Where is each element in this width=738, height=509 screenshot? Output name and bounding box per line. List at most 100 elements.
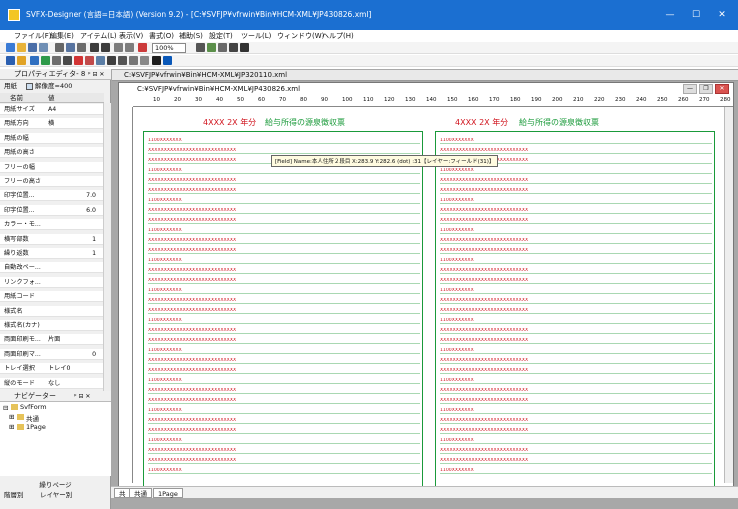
pointer-icon[interactable] bbox=[6, 56, 15, 65]
property-row[interactable]: 縦のモード なし bbox=[0, 377, 104, 389]
menu-tools[interactable]: ツール(L) bbox=[241, 31, 271, 41]
tree-expand-icon[interactable]: ⊟ bbox=[3, 404, 8, 412]
menu-format[interactable]: 書式(O) bbox=[149, 31, 174, 41]
paste-icon[interactable] bbox=[77, 43, 86, 52]
cut-icon[interactable] bbox=[55, 43, 64, 52]
maximize-button[interactable]: ☐ bbox=[686, 6, 706, 24]
print-icon[interactable] bbox=[39, 43, 48, 52]
app-icon bbox=[8, 9, 20, 21]
menu-view[interactable]: 表示(V) bbox=[119, 31, 143, 41]
form-row: 1100XXXXXXX bbox=[440, 258, 712, 264]
doc-close-button[interactable]: ✕ bbox=[715, 84, 729, 94]
redo-icon[interactable] bbox=[101, 43, 110, 52]
menu-assist[interactable]: 補助(S) bbox=[179, 31, 203, 41]
text-icon[interactable] bbox=[30, 56, 39, 65]
preview-icon[interactable] bbox=[229, 43, 238, 52]
copy-icon[interactable] bbox=[66, 43, 75, 52]
chart-field-icon[interactable] bbox=[107, 56, 116, 65]
tree-root[interactable]: SvfForm bbox=[20, 403, 47, 411]
property-pane-label: プロパティエディタ- 8 bbox=[14, 70, 86, 78]
property-row[interactable]: 印字位置... 7.0 bbox=[0, 190, 104, 202]
property-row[interactable]: 繰り返数 1 bbox=[0, 248, 104, 259]
tab-page1[interactable]: 1Page bbox=[153, 488, 183, 498]
pane-controls-icon[interactable]: ᵖ ⊟ ✕ bbox=[88, 69, 104, 80]
subform-icon[interactable] bbox=[129, 56, 138, 65]
menu-help[interactable]: ヘルプ(H) bbox=[322, 31, 354, 41]
zoom-in-icon[interactable] bbox=[114, 43, 123, 52]
chart-icon[interactable] bbox=[218, 43, 227, 52]
property-row[interactable]: 印字位置... 6.0 bbox=[0, 204, 104, 216]
grid-field-icon[interactable] bbox=[96, 56, 105, 65]
property-row[interactable]: 両面印刷マ... 0 bbox=[0, 348, 104, 360]
diagonal-line-icon[interactable] bbox=[152, 56, 161, 65]
menu-edit[interactable]: 編集(E) bbox=[50, 31, 74, 41]
form-canvas[interactable]: 4XXX 2X 年分 給与所得の源泉徴収票 1100XXXXXXX XXXXXXX… bbox=[143, 111, 723, 487]
front-document-titlebar[interactable]: C:¥SVFJP¥vfrwin¥Bin¥HCM-XML¥JP430826.xml bbox=[119, 83, 733, 95]
ruler-label: 50 bbox=[237, 97, 244, 103]
image-icon[interactable] bbox=[63, 56, 72, 65]
menu-file[interactable]: ファイル(F) bbox=[14, 31, 52, 41]
property-row[interactable]: 様式名(カナ) bbox=[0, 320, 104, 331]
rectangle-icon[interactable] bbox=[163, 56, 172, 65]
tree-expand-icon[interactable]: ⊞ bbox=[9, 423, 14, 431]
save-icon[interactable] bbox=[28, 43, 37, 52]
new-icon[interactable] bbox=[6, 43, 15, 52]
form-row: 1100XXXXXXX bbox=[440, 438, 712, 444]
property-row[interactable]: フリーの幅 bbox=[0, 161, 104, 173]
front-document-window: C:¥SVFJP¥vfrwin¥Bin¥HCM-XML¥JP430826.xml… bbox=[118, 82, 734, 496]
property-row[interactable]: 自動改ペー... bbox=[0, 262, 104, 274]
form-row: XXXXXXXXXXXXXXXXXXXXXXXXXXXX bbox=[440, 428, 712, 434]
open-icon[interactable] bbox=[17, 43, 26, 52]
align-icon[interactable] bbox=[196, 43, 205, 52]
field-icon[interactable] bbox=[17, 56, 26, 65]
tab-common[interactable]: 共通 bbox=[129, 488, 152, 498]
tab-hierarchy[interactable]: 階層別 bbox=[4, 489, 24, 499]
property-name: 用紙サイズ bbox=[4, 106, 35, 113]
property-scrollbar[interactable] bbox=[103, 103, 111, 395]
property-value: なし bbox=[48, 379, 61, 387]
zoom-select[interactable]: 100% bbox=[152, 43, 186, 53]
property-row[interactable]: 用紙方向 横 bbox=[0, 118, 104, 130]
tab-layers[interactable]: レイヤー別 bbox=[40, 489, 72, 499]
tree-expand-icon[interactable]: ⊞ bbox=[9, 413, 14, 421]
doc-vertical-scrollbar[interactable] bbox=[724, 107, 733, 483]
grid-icon[interactable] bbox=[138, 43, 147, 52]
undo-icon[interactable] bbox=[90, 43, 99, 52]
run-icon[interactable] bbox=[240, 43, 249, 52]
layout-icon[interactable] bbox=[207, 43, 216, 52]
property-row[interactable]: 用紙コード bbox=[0, 291, 104, 303]
minimize-button[interactable]: — bbox=[660, 6, 680, 24]
pane-controls-icon[interactable]: ᵖ ⊟ ✕ bbox=[74, 391, 90, 402]
property-row[interactable]: 用紙の高さ bbox=[0, 147, 104, 159]
navigator-pane-title: ナビゲーター ᵖ ⊟ ✕ bbox=[0, 391, 111, 402]
property-row[interactable]: 横写部数 1 bbox=[0, 233, 104, 245]
property-name: 用紙コード bbox=[4, 293, 35, 301]
property-name: 横写部数 bbox=[4, 235, 29, 243]
tree-item-page[interactable]: 1Page bbox=[26, 423, 46, 431]
menu-settings[interactable]: 設定(T) bbox=[209, 31, 233, 41]
box-icon[interactable] bbox=[41, 56, 50, 65]
property-row[interactable]: 両面印刷モ... 片面 bbox=[0, 334, 104, 346]
property-row[interactable]: カラー・モ... bbox=[0, 219, 104, 231]
zoom-out-icon[interactable] bbox=[125, 43, 134, 52]
tree-item-common[interactable]: 共通 bbox=[26, 413, 39, 423]
form-row: XXXXXXXXXXXXXXXXXXXXXXXXXXXX bbox=[440, 308, 712, 314]
link-icon[interactable] bbox=[140, 56, 149, 65]
close-button[interactable]: ✕ bbox=[712, 6, 732, 24]
property-row[interactable]: 様式名 bbox=[0, 305, 104, 317]
doc-restore-button[interactable]: ❐ bbox=[699, 84, 713, 94]
resolution-checkbox[interactable] bbox=[26, 83, 33, 90]
line-icon[interactable] bbox=[52, 56, 61, 65]
menu-window[interactable]: ウィンドウ(W) bbox=[277, 31, 324, 41]
doc-minimize-button[interactable]: — bbox=[683, 84, 697, 94]
table-icon[interactable] bbox=[118, 56, 127, 65]
property-row[interactable]: 用紙サイズ A4 bbox=[0, 104, 104, 115]
barcode-icon[interactable] bbox=[74, 56, 83, 65]
menu-item[interactable]: アイテム(L) bbox=[80, 31, 117, 41]
property-row[interactable]: フリーの高さ bbox=[0, 176, 104, 187]
back-document-titlebar[interactable]: C:¥SVFJP¥vfrwin¥Bin¥HCM-XML¥JP320110.xml bbox=[112, 70, 738, 81]
property-row[interactable]: リンクフォ... bbox=[0, 276, 104, 288]
property-row[interactable]: トレイ選択 トレイ0 bbox=[0, 363, 104, 375]
property-row[interactable]: 用紙の幅 bbox=[0, 132, 104, 144]
repeat-icon[interactable] bbox=[85, 56, 94, 65]
